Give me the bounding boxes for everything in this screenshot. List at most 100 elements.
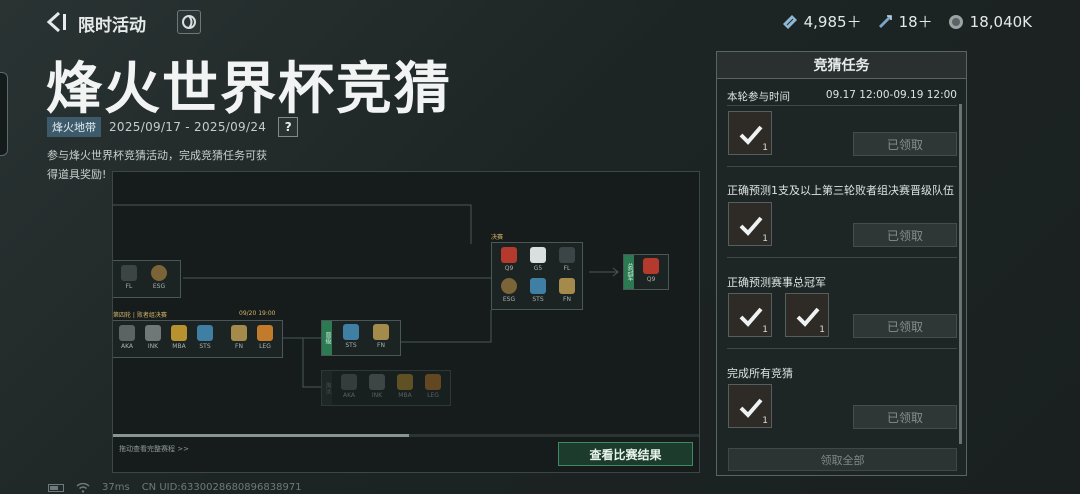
diamond-count: 18＋ <box>898 13 933 31</box>
event-title: 烽火世界杯竞猜 <box>46 57 452 122</box>
team-fn-logo-icon <box>231 325 247 341</box>
reward-count: 1 <box>762 143 768 153</box>
team-g5-logo-icon <box>530 247 546 263</box>
team-mba-logo-icon <box>397 374 413 390</box>
team-aka-logo-icon <box>341 374 357 390</box>
team-fl: FL <box>116 265 142 290</box>
final-label: 决赛 <box>491 234 504 241</box>
final-team-q9: Q9 <box>496 247 522 272</box>
diamond-currency[interactable]: 18＋ <box>876 11 933 32</box>
elim-team-ink: INK <box>364 374 390 399</box>
divider <box>727 257 957 258</box>
reward-count: 1 <box>819 325 825 335</box>
team-ink: INK <box>140 325 166 350</box>
task-3: 正确预测赛事总冠军 <box>727 274 957 290</box>
help-button[interactable]: ? <box>278 117 299 137</box>
round-time-value: 09.17 12:00-09.19 12:00 <box>825 89 957 101</box>
task-2-claimed-button[interactable]: 已领取 <box>853 223 957 247</box>
ticket-icon <box>782 14 797 29</box>
coin-currency[interactable]: 18,040K <box>947 13 1032 31</box>
reward-item[interactable]: 1 <box>728 111 772 155</box>
task-2: 正确预测1支及以上第三轮败者组决赛晋级队伍 <box>727 182 957 198</box>
quiz-scroll-thumb[interactable] <box>959 104 962 444</box>
team-sts-logo-icon <box>530 278 546 294</box>
team-esg-logo-icon <box>151 265 167 281</box>
team-fn: FN <box>226 325 252 350</box>
event-date-range: 2025/09/17 - 2025/09/24 <box>109 120 267 134</box>
final-box[interactable]: Q9 G5 FL ESG STS FN <box>491 242 583 310</box>
team-sts: STS <box>192 325 218 350</box>
task-1-claimed-button[interactable]: 已领取 <box>853 132 957 156</box>
reward-item[interactable]: 1 <box>728 293 772 337</box>
team-q9-logo-icon <box>643 258 659 274</box>
team-fl-logo-icon <box>121 265 137 281</box>
status-bar: 37ms CN UID:6330028680896838971 <box>48 482 302 493</box>
team-fl-logo-icon <box>559 247 575 263</box>
quiz-panel-title: 竞猜任务 <box>717 52 966 79</box>
elim-team-leg: LEG <box>420 374 446 399</box>
ping-value: 37ms <box>102 482 130 493</box>
checkmark-icon <box>739 216 763 236</box>
reward-item[interactable]: 1 <box>785 293 829 337</box>
ticket-currency[interactable]: 4,985＋ <box>781 11 862 32</box>
team-leg-logo-icon <box>425 374 441 390</box>
claim-all-button[interactable]: 领取全部 <box>728 448 957 471</box>
event-meta: 烽火地带 2025/09/17 - 2025/09/24 ? <box>47 117 299 137</box>
reward-count: 1 <box>762 234 768 244</box>
coin-count: 18,040K <box>969 12 1032 31</box>
back-button[interactable] <box>44 10 70 34</box>
bracket-scrollbar[interactable] <box>113 434 699 437</box>
battery-icon <box>48 483 64 492</box>
checkmark-icon <box>796 307 820 327</box>
back-label: 限时活动 <box>78 16 146 36</box>
champion-box[interactable]: 总冠军 Q9 <box>623 254 669 290</box>
reward-item[interactable]: 1 <box>728 202 772 246</box>
task-3-claimed-button[interactable]: 已领取 <box>853 314 957 338</box>
champion-label: 总冠军 <box>624 255 634 289</box>
round-time-row: 本轮参与时间 09.17 12:00-09.19 12:00 <box>727 89 957 104</box>
task-3-label: 正确预测赛事总冠军 <box>727 276 826 289</box>
losers-round-label: 第四轮 | 败者组决赛 <box>113 312 167 319</box>
currency-bar: 4,985＋ 18＋ 18,040K <box>781 11 1032 32</box>
eliminated-box[interactable]: 淘汰 AKA INK MBA LEG <box>321 370 451 406</box>
elim-team-mba: MBA <box>392 374 418 399</box>
bracket-scroll-thumb[interactable] <box>113 434 409 437</box>
reward-item[interactable]: 1 <box>728 384 772 428</box>
team-q9-logo-icon <box>501 247 517 263</box>
final-team-fn: FN <box>554 278 580 303</box>
reward-count: 1 <box>762 325 768 335</box>
tournament-bracket[interactable]: FL ESG 第四轮 | 败者组决赛 09/20 19:00 AKA INK M… <box>112 171 700 473</box>
task-2-label: 正确预测1支及以上第三轮败者组决赛晋级队伍 <box>727 184 954 197</box>
task-4-claimed-button[interactable]: 已领取 <box>853 405 957 429</box>
checkmark-icon <box>739 307 763 327</box>
upper-semifinal-box[interactable]: FL ESG <box>113 260 181 298</box>
game-logo-icon <box>177 10 201 34</box>
advance-team-fn: FN <box>368 324 394 349</box>
wifi-icon <box>76 482 90 493</box>
task-4: 完成所有竞猜 <box>727 365 957 381</box>
losers-final-box[interactable]: AKA INK MBA STS FN LEG <box>113 320 283 358</box>
champion-team-q9: Q9 <box>638 258 664 283</box>
top-bar: 限时活动 4,985＋ 18＋ 18,040K <box>0 0 1080 44</box>
team-mba-logo-icon <box>171 325 187 341</box>
view-results-button[interactable]: 查看比赛结果 <box>558 442 693 466</box>
reward-count: 1 <box>762 416 768 426</box>
final-team-fl: FL <box>554 247 580 272</box>
side-drawer-handle[interactable] <box>0 72 8 156</box>
scroll-hint: 拖动查看完整赛程 >> <box>119 445 189 453</box>
back-arrow-icon <box>46 11 66 33</box>
quiz-scrollbar[interactable] <box>959 104 962 444</box>
final-team-sts: STS <box>525 278 551 303</box>
final-team-esg: ESG <box>496 278 522 303</box>
round-time-label: 本轮参与时间 <box>727 91 790 103</box>
ticket-count: 4,985＋ <box>803 13 862 31</box>
divider <box>727 105 957 106</box>
team-esg-logo-icon <box>501 278 517 294</box>
elim-team-aka: AKA <box>336 374 362 399</box>
diamond-icon <box>878 14 892 28</box>
quiz-tasks-panel: 竞猜任务 本轮参与时间 09.17 12:00-09.19 12:00 1 已领… <box>716 51 967 476</box>
checkmark-icon <box>739 398 763 418</box>
advance-box[interactable]: 晋级 STS FN <box>321 320 401 356</box>
team-ink-logo-icon <box>145 325 161 341</box>
team-leg-logo-icon <box>257 325 273 341</box>
